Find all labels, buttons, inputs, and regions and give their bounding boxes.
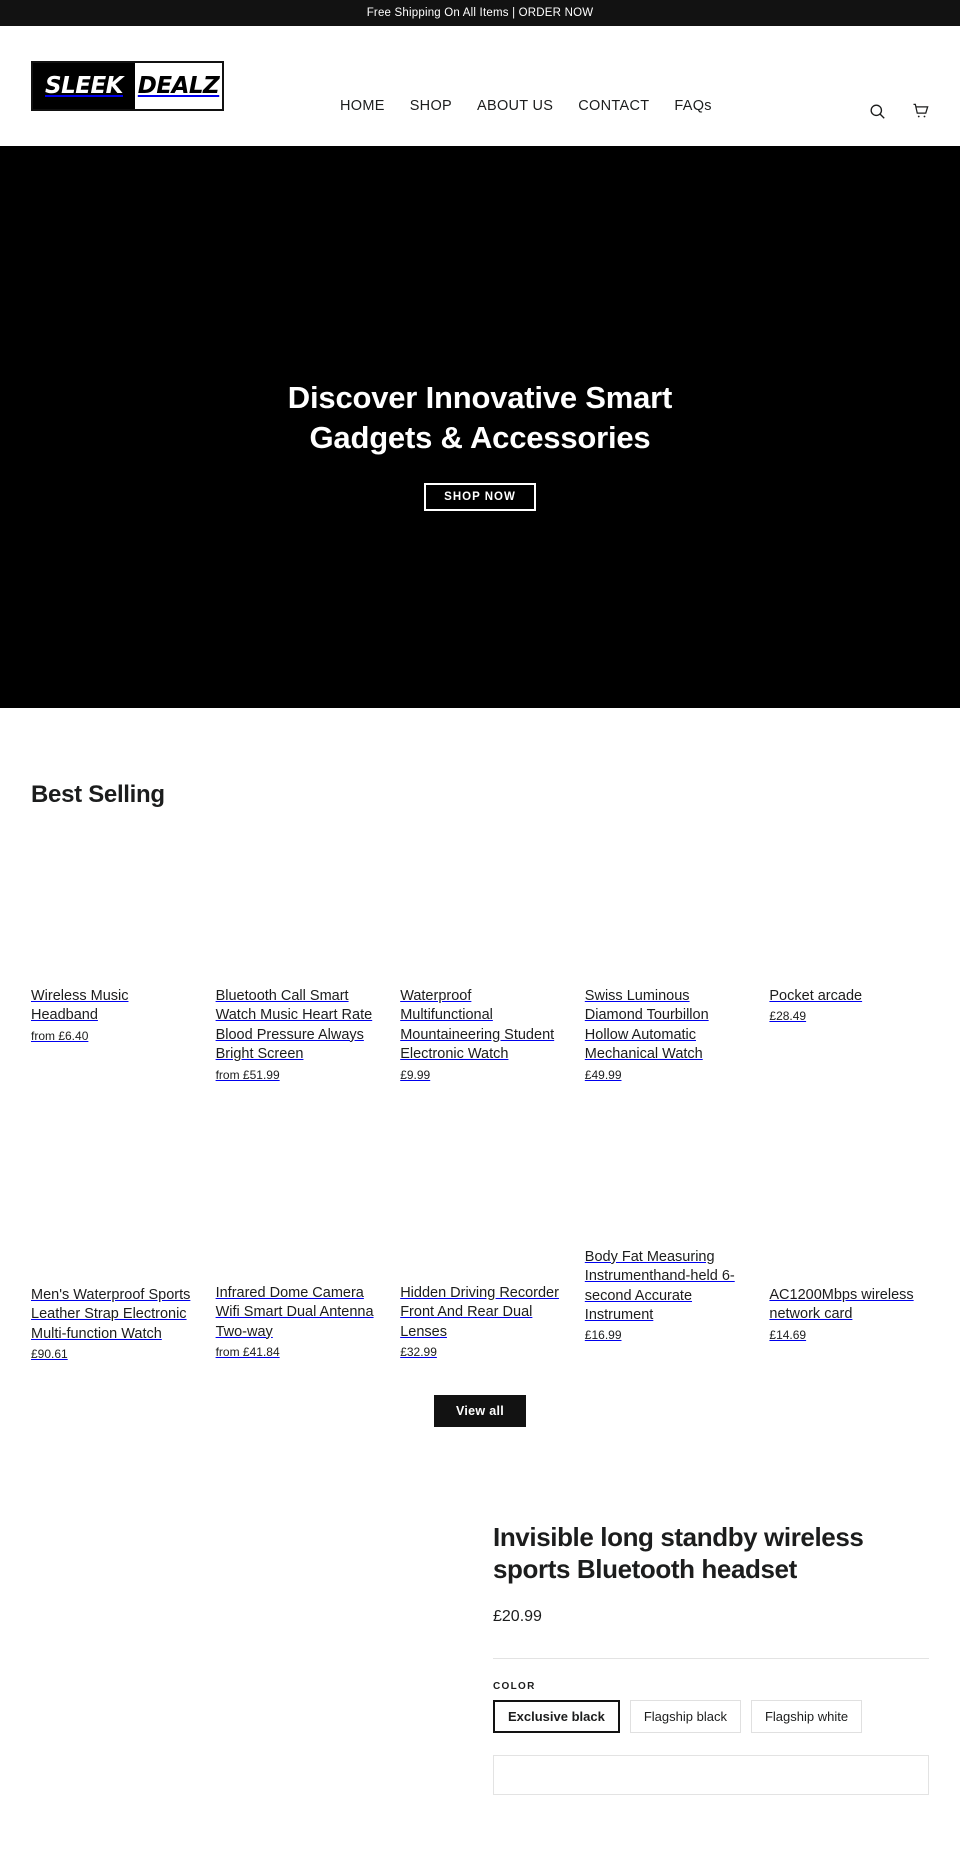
product-image [400, 834, 560, 987]
main-navigation: HOME SHOP ABOUT US CONTACT FAQs [340, 98, 712, 114]
product-price: from £41.84 [215, 1344, 280, 1359]
logo-left-text: SLEEK [33, 63, 135, 109]
nav-item-about-us[interactable]: ABOUT US [477, 98, 553, 114]
product-price: £28.49 [769, 1009, 807, 1024]
product-image [215, 834, 376, 987]
product-card[interactable]: Body Fat Measuring Instrumenthand-held 6… [584, 1095, 745, 1361]
featured-product-price: £20.99 [493, 1608, 542, 1626]
product-title: AC1200Mbps wireless network card [769, 1286, 914, 1323]
product-title: Hidden Driving Recorder Front And Rear D… [400, 1284, 559, 1340]
product-image [215, 1095, 376, 1284]
product-card[interactable]: Swiss Luminous Diamond Tourbillon Hollow… [584, 834, 745, 1082]
product-card[interactable]: Bluetooth Call Smart Watch Music Heart R… [215, 834, 376, 1082]
nav-item-shop[interactable]: SHOP [410, 98, 452, 114]
product-price: £16.99 [584, 1328, 622, 1343]
hero-banner: Discover Innovative Smart Gadgets & Acce… [0, 146, 960, 708]
variant-option-exclusive-black[interactable]: Exclusive black [493, 1700, 620, 1734]
featured-product-details: Invisible long standby wireless sports B… [493, 1483, 929, 1796]
variant-option-flagship-white[interactable]: Flagship white [750, 1700, 863, 1734]
nav-item-home[interactable]: HOME [340, 98, 385, 114]
product-image [31, 1095, 191, 1286]
product-price: £32.99 [400, 1344, 437, 1359]
product-grid-row-1: Wireless Music Headband from £6.40 Bluet… [31, 834, 929, 1082]
announcement-text: Free Shipping On All Items | ORDER NOW [366, 7, 594, 19]
product-card[interactable]: Men's Waterproof Sports Leather Strap El… [31, 1095, 191, 1361]
product-title: Bluetooth Call Smart Watch Music Heart R… [215, 988, 373, 1063]
search-icon[interactable] [866, 100, 888, 122]
product-image [31, 834, 191, 987]
product-grid-row-2: Men's Waterproof Sports Leather Strap El… [31, 1095, 929, 1361]
hero-heading: Discover Innovative Smart Gadgets & Acce… [287, 380, 673, 455]
product-image [769, 834, 929, 987]
header-actions [866, 100, 932, 122]
quantity-stepper[interactable] [493, 1755, 929, 1796]
site-logo[interactable]: SLEEK DEALZ [31, 61, 224, 111]
variant-option-flagship-black[interactable]: Flagship black [629, 1700, 741, 1734]
variant-options: Exclusive black Flagship black Flagship … [493, 1700, 929, 1734]
product-image [584, 1095, 745, 1248]
product-card[interactable]: Wireless Music Headband from £6.40 [31, 834, 191, 1082]
product-card[interactable]: AC1200Mbps wireless network card £14.69 [769, 1095, 929, 1361]
shop-now-button[interactable]: SHOP NOW [424, 483, 536, 512]
divider [493, 1658, 929, 1660]
product-card[interactable]: Hidden Driving Recorder Front And Rear D… [400, 1095, 560, 1361]
view-all-button[interactable]: View all [433, 1394, 527, 1427]
product-card[interactable]: Pocket arcade £28.49 [769, 834, 929, 1082]
featured-product-image[interactable] [0, 1482, 493, 1796]
product-price: from £6.40 [31, 1028, 89, 1043]
product-title: Wireless Music Headband [31, 988, 129, 1024]
product-image [400, 1095, 560, 1284]
nav-item-faqs[interactable]: FAQs [674, 98, 711, 114]
product-price: £49.99 [584, 1067, 622, 1082]
product-price: £14.69 [769, 1327, 807, 1342]
featured-product-section: Invisible long standby wireless sports B… [0, 1482, 960, 1796]
cart-icon[interactable] [910, 100, 932, 122]
product-title: Swiss Luminous Diamond Tourbillon Hollow… [584, 988, 709, 1063]
product-title: Body Fat Measuring Instrumenthand-held 6… [584, 1248, 735, 1323]
view-all-container: View all [31, 1394, 929, 1427]
best-selling-section: Best Selling Wireless Music Headband fro… [0, 781, 960, 1427]
product-title: Infrared Dome Camera Wifi Smart Dual Ant… [215, 1284, 374, 1340]
nav-item-contact[interactable]: CONTACT [578, 98, 649, 114]
product-card[interactable]: Waterproof Multifunctional Mountaineerin… [400, 834, 560, 1082]
site-header: SLEEK DEALZ HOME SHOP ABOUT US CONTACT F… [0, 26, 960, 146]
product-title: Men's Waterproof Sports Leather Strap El… [31, 1286, 191, 1342]
product-price: from £51.99 [215, 1067, 280, 1082]
product-title: Pocket arcade [769, 988, 863, 1004]
product-image [584, 834, 745, 987]
variant-option-label: COLOR [493, 1681, 536, 1693]
product-title: Waterproof Multifunctional Mountaineerin… [400, 988, 555, 1063]
announcement-bar: Free Shipping On All Items | ORDER NOW [0, 0, 960, 26]
best-selling-title: Best Selling [31, 781, 165, 808]
product-price: £90.61 [31, 1346, 68, 1361]
product-card[interactable]: Infrared Dome Camera Wifi Smart Dual Ant… [215, 1095, 376, 1361]
featured-product-title: Invisible long standby wireless sports B… [493, 1521, 864, 1584]
logo-right-text: DEALZ [135, 63, 222, 109]
product-image [769, 1095, 929, 1286]
product-price: £9.99 [400, 1067, 431, 1082]
